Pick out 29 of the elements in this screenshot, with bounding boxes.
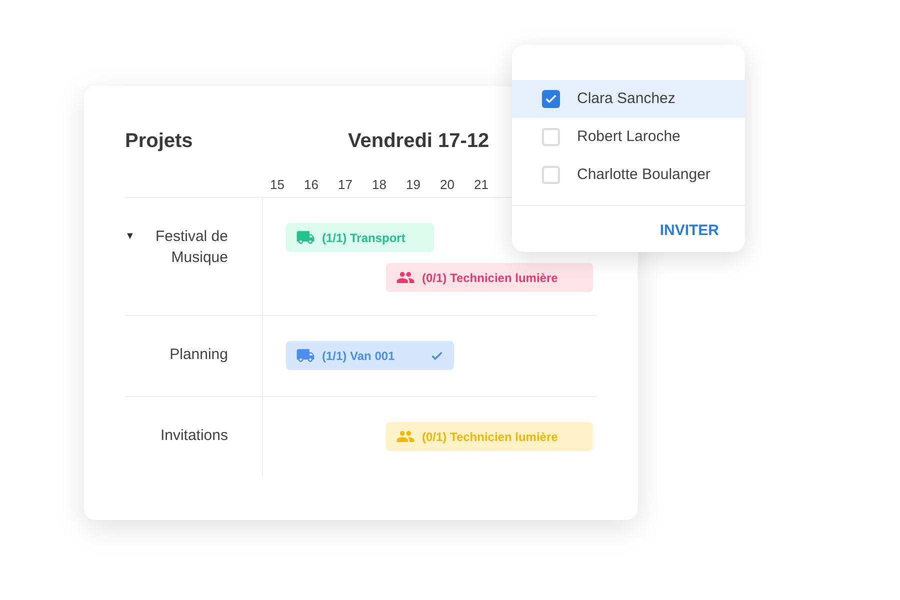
person-item[interactable]: Charlotte Boulanger — [512, 156, 745, 194]
truck-icon — [296, 346, 315, 365]
task-bar[interactable]: (0/1) Technicien lumière — [386, 263, 593, 292]
date-heading: Vendredi 17-12 — [348, 129, 490, 154]
hour-label: 18 — [372, 176, 388, 194]
hour-label: 20 — [440, 176, 456, 194]
hour-label: 15 — [270, 176, 286, 194]
checkbox[interactable] — [542, 90, 560, 108]
task-bar[interactable]: (1/1) Van 001 — [286, 341, 454, 370]
hour-label: 19 — [406, 176, 422, 194]
checkbox[interactable] — [542, 166, 560, 184]
hour-label: 17 — [338, 176, 354, 194]
expand-arrow-icon[interactable]: ▼ — [125, 229, 135, 244]
person-item[interactable]: Robert Laroche — [512, 118, 745, 156]
project-name: Festival de Musique — [154, 227, 228, 268]
hour-label: 16 — [304, 176, 320, 194]
hour-label: 21 — [474, 176, 490, 194]
invite-button[interactable]: INVITER — [660, 220, 719, 242]
person-item[interactable]: Clara Sanchez — [512, 80, 745, 118]
person-name: Robert Laroche — [577, 126, 680, 147]
person-name: Clara Sanchez — [577, 88, 676, 109]
project-name: Planning — [168, 345, 228, 365]
truck-icon — [296, 228, 315, 247]
page-title: Projets — [125, 129, 194, 154]
check-icon — [544, 92, 558, 106]
project-name: Invitations — [159, 426, 228, 446]
checkbox[interactable] — [542, 128, 560, 146]
person-name: Charlotte Boulanger — [577, 164, 710, 185]
task-bar[interactable]: (1/1) Transport — [286, 223, 434, 252]
